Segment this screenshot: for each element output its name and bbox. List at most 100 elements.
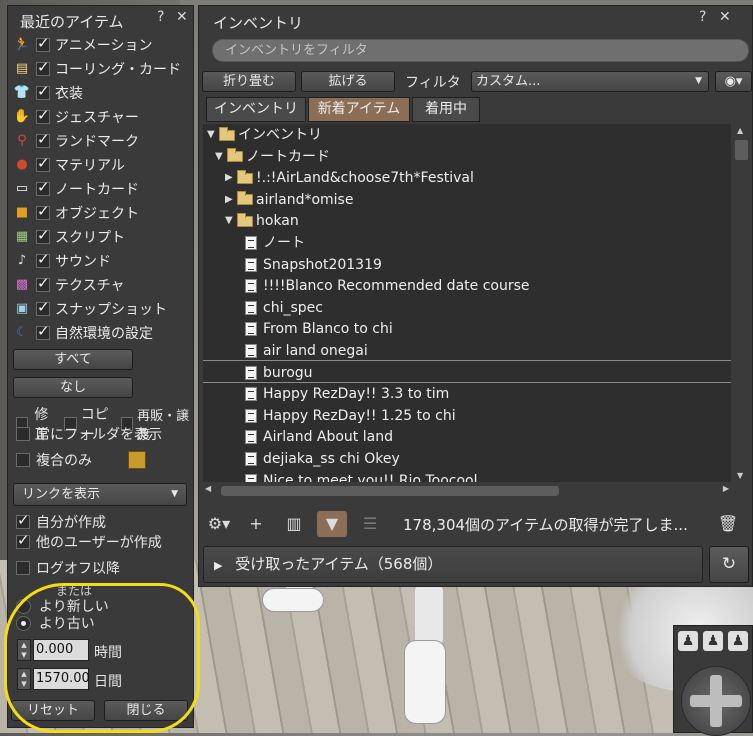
hours-spinner[interactable]: ▲ ▼ (17, 639, 31, 661)
links-dropdown[interactable]: リンクを表示 ▼ (13, 483, 187, 506)
expand-arrow-icon[interactable]: ▶ (225, 189, 237, 211)
reset-button[interactable]: リセット (11, 700, 95, 721)
created-by-others-checkbox[interactable] (16, 531, 30, 549)
notecard-item[interactable]: burogu (245, 362, 313, 384)
expand-button[interactable]: 拡げる (301, 71, 395, 92)
scroll-up-icon[interactable]: ▲ (737, 126, 743, 135)
filter-checkbox[interactable] (36, 34, 50, 52)
walk-icon[interactable]: ♟ (678, 631, 698, 651)
filter-label: スクリプト (55, 230, 125, 246)
tab-inventory[interactable]: インベントリ (206, 97, 306, 122)
trash-icon[interactable]: 🗑 (713, 511, 743, 537)
collapse-arrow-icon[interactable]: ▼ (225, 210, 237, 232)
notecard-item[interactable]: chi_spec (245, 297, 323, 319)
days-spinner[interactable]: ▲ ▼ (17, 668, 31, 690)
always-show-folders-checkbox[interactable] (16, 427, 30, 441)
notecard-item[interactable]: Happy RezDay!! 1.25 to chi (245, 405, 456, 427)
filter-checkbox[interactable] (36, 250, 50, 268)
run-icon[interactable]: ♟ (703, 631, 723, 651)
folder-item[interactable]: ▼ ノートカード (215, 146, 330, 168)
tab-worn[interactable]: 着用中 (412, 97, 480, 122)
filter-checkbox[interactable] (36, 178, 50, 196)
folder-item[interactable]: ▶ !.:!AirLand&choose7th*Festival (225, 167, 474, 189)
collapse-arrow-icon[interactable]: ▼ (215, 146, 227, 168)
since-logoff-checkbox[interactable] (16, 561, 30, 575)
notecard-item[interactable]: !!!!Blanco Recommended date course (245, 275, 530, 297)
filter-icon[interactable]: ▼ (317, 511, 347, 537)
days-label: 日間 (94, 674, 122, 690)
only-multiple-checkbox[interactable] (16, 453, 30, 467)
newer-radio[interactable] (16, 598, 31, 614)
folder-item[interactable]: ▼ インベントリ (207, 124, 322, 146)
movement-joystick[interactable] (681, 666, 751, 736)
scrollbar-thumb[interactable] (735, 140, 748, 160)
filter-dropdown[interactable]: カスタム... ▼ (471, 71, 709, 92)
help-button[interactable]: ? (157, 9, 164, 25)
since-logoff-label: ログオフ以降 (36, 561, 120, 577)
filter-checkbox[interactable] (36, 154, 50, 172)
filter-label: オブジェクト (55, 206, 139, 222)
tree-item-label: Happy RezDay!! 3.3 to tim (263, 386, 450, 403)
filter-checkbox[interactable] (36, 322, 50, 340)
days-input[interactable]: 1570.00 (33, 668, 90, 690)
fly-icon[interactable]: ♟ (728, 631, 748, 651)
filter-checkbox[interactable] (36, 82, 50, 100)
notecard-item[interactable]: dejiaka_ss chi Okey (245, 448, 400, 470)
tree-item-label: インベントリ (238, 127, 322, 143)
scroll-left-icon[interactable]: ◀ (205, 484, 211, 493)
older-radio[interactable] (16, 615, 31, 631)
close-button[interactable]: 閉じる (104, 700, 188, 721)
notecard-item[interactable]: Nice to meet you!! Rio Toocool (245, 470, 477, 482)
select-none-button[interactable]: なし (13, 377, 133, 398)
h-scrollbar-thumb[interactable] (221, 486, 559, 496)
gear-icon[interactable]: ⚙▾ (203, 511, 235, 537)
tree-item-label: burogu (263, 364, 313, 381)
filter-checkbox[interactable] (36, 274, 50, 292)
list-view-icon[interactable]: ☰ (355, 511, 385, 537)
notecard-item[interactable]: From Blanco to chi (245, 318, 393, 340)
received-items-label: 受け取ったアイテム（568個） (235, 555, 443, 573)
hours-input[interactable]: 0.000 (33, 639, 89, 661)
created-by-me-checkbox[interactable] (16, 511, 30, 529)
filter-checkbox[interactable] (36, 130, 50, 148)
notecard-icon (245, 430, 257, 445)
close-icon[interactable]: ✕ (719, 9, 731, 25)
expand-arrow-icon[interactable]: ▶ (225, 167, 237, 189)
notecard-item[interactable]: Snapshot201319 (245, 254, 382, 276)
recent-items-panel: 最近のアイテム ? ✕ 🏃 アニメーション ▤ コーリング・カード 👕 衣装 ✋ ジェスチャー… (7, 5, 194, 728)
filter-row: ▭ ノートカード (12, 177, 139, 201)
notecard-item[interactable]: Happy RezDay!! 3.3 to tim (245, 383, 449, 405)
collapse-button[interactable]: 折り畳む (202, 71, 296, 92)
inventory-search-input[interactable]: インベントリをフィルタ (212, 39, 749, 62)
folder-item[interactable]: ▼ hokan (225, 210, 299, 232)
tree-item-label: From Blanco to chi (263, 321, 393, 338)
filter-checkbox[interactable] (36, 226, 50, 244)
close-icon[interactable]: ✕ (176, 9, 188, 25)
filter-checkbox[interactable] (36, 106, 50, 124)
help-button[interactable]: ? (699, 9, 706, 25)
filter-checkbox[interactable] (36, 58, 50, 76)
add-icon[interactable]: + (241, 511, 271, 537)
received-items-button[interactable]: ▶ 受け取ったアイテム（568個） (203, 546, 703, 583)
filter-checkbox[interactable] (36, 298, 50, 316)
select-all-button[interactable]: すべて (13, 349, 133, 370)
tab-new-items[interactable]: 新着アイテム (308, 97, 410, 122)
wear-icon[interactable]: ▥ (279, 511, 309, 537)
vertical-scrollbar[interactable]: ▲ ▼ (734, 124, 750, 482)
scroll-right-icon[interactable]: ▶ (723, 484, 729, 493)
created-by-me-row: 自分が作成 (16, 511, 106, 532)
folder-item[interactable]: ▶ airland*omise (225, 189, 353, 211)
inventory-tree: ▼ インベントリ ▼ ノートカード ▶ !.:!AirLand&choose7th*Fes… (203, 124, 731, 482)
notecard-icon: ▭ (15, 181, 29, 196)
notecard-item[interactable]: Airland About land (245, 426, 393, 448)
tree-item-label: dejiaka_ss chi Okey (263, 451, 400, 467)
filter-checkbox[interactable] (36, 202, 50, 220)
notecard-item[interactable]: ノート (245, 232, 305, 254)
scroll-down-icon[interactable]: ▼ (737, 471, 743, 480)
calling-card-icon: ▤ (15, 61, 29, 76)
refresh-icon[interactable]: ↻ (709, 546, 749, 583)
collapse-arrow-icon[interactable]: ▼ (207, 124, 219, 146)
always-show-folders-row: 常にフォルダを表示 (16, 424, 162, 444)
horizontal-scrollbar[interactable]: ◀ ▶ (203, 484, 731, 498)
view-options-button[interactable]: ◉▾ (715, 71, 752, 92)
